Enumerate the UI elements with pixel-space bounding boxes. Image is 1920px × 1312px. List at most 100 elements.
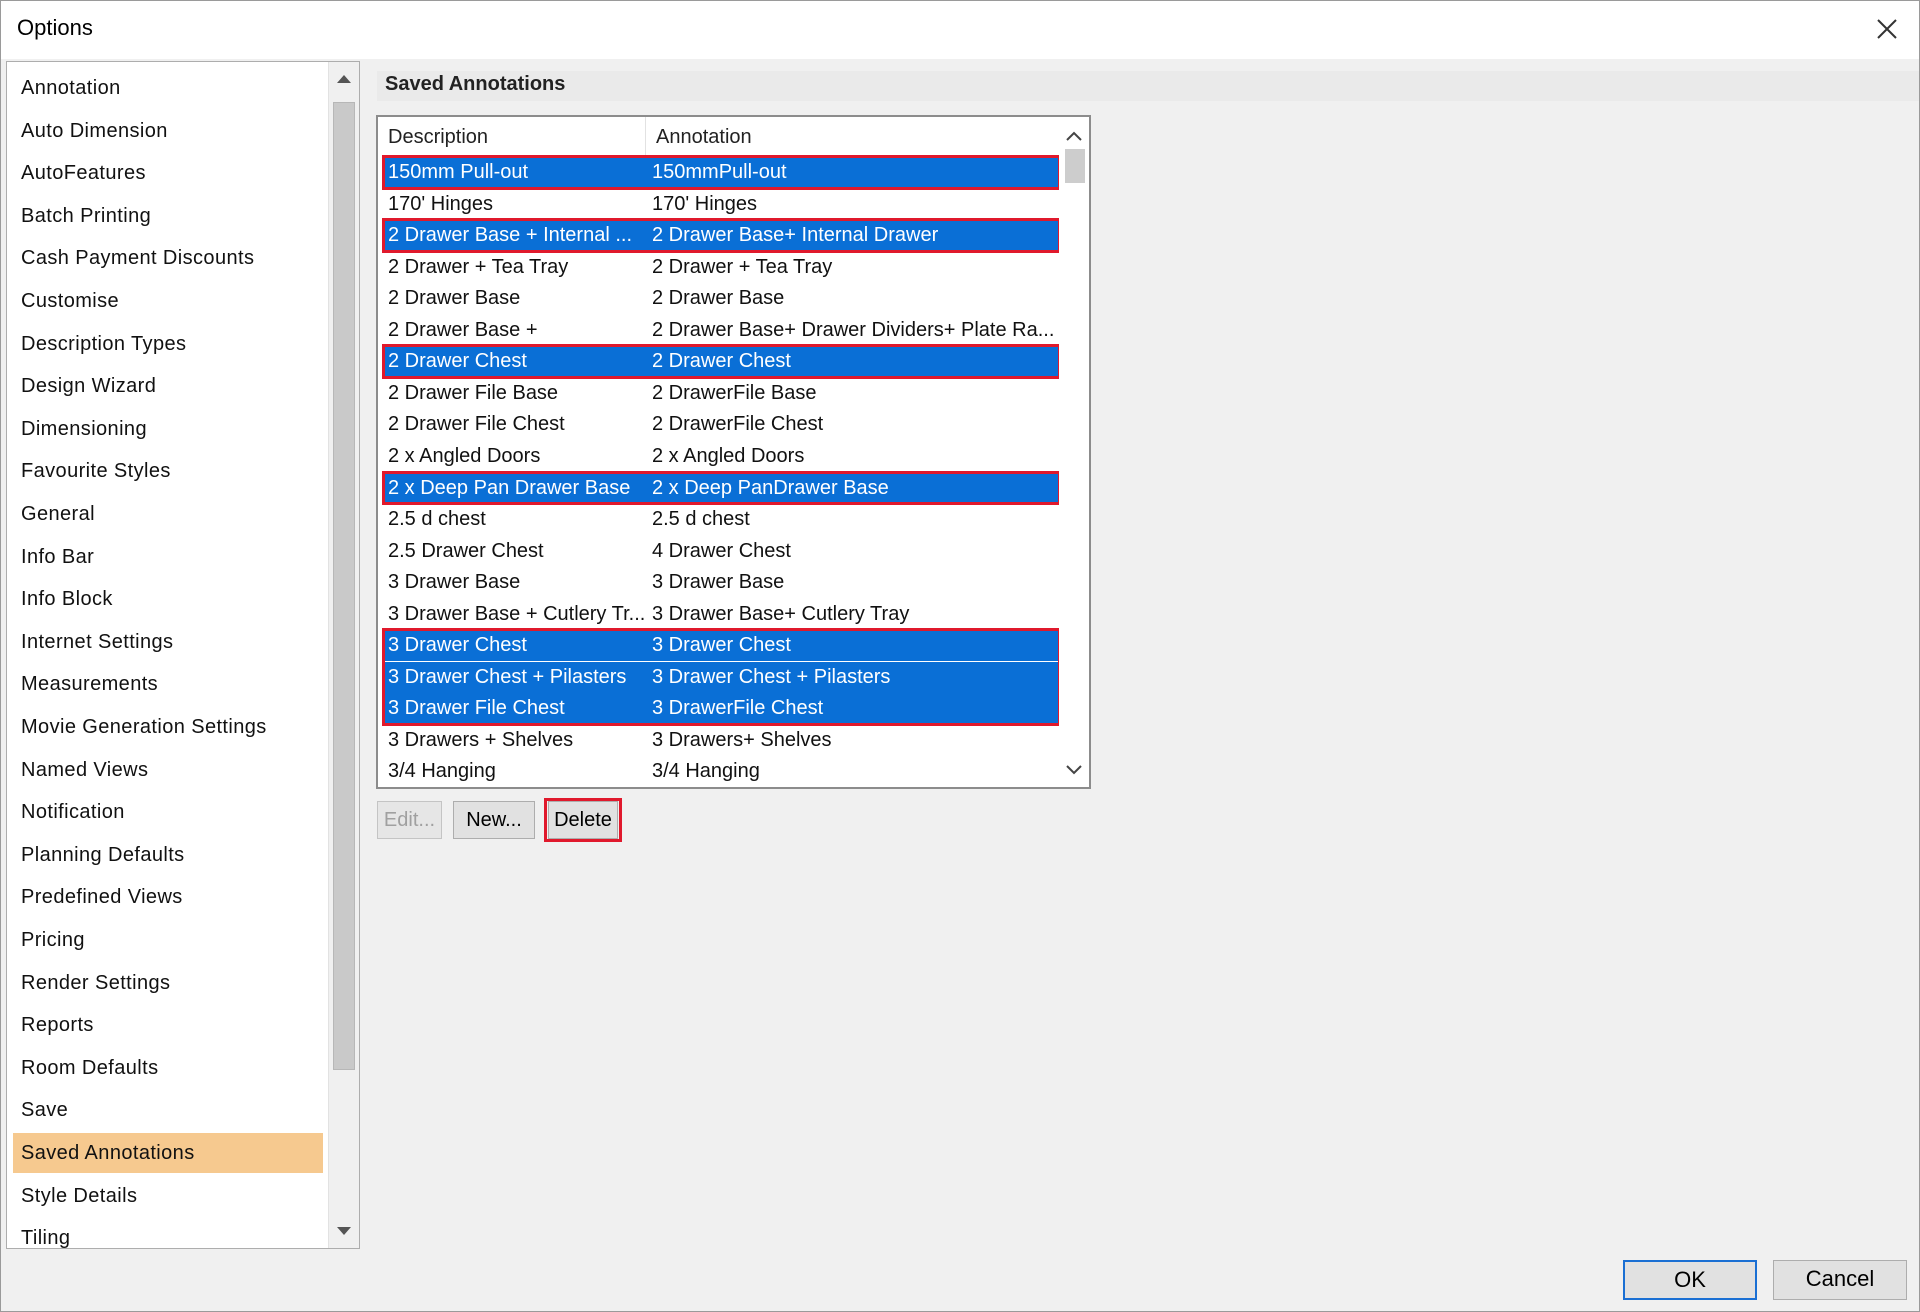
sidebar-item-predefined-views[interactable]: Predefined Views	[13, 877, 323, 917]
sidebar-item-description-types[interactable]: Description Types	[13, 324, 323, 364]
sidebar-item-measurements[interactable]: Measurements	[13, 664, 323, 704]
table-row[interactable]: 2 Drawer Chest 2 Drawer Chest	[382, 346, 1061, 378]
cell-annotation: 3 Drawer Chest + Pilasters	[652, 665, 891, 688]
sidebar-item-auto-dimension[interactable]: Auto Dimension	[13, 111, 323, 151]
close-button[interactable]	[1869, 11, 1905, 47]
sidebar-item-saved-annotations[interactable]: Saved Annotations	[13, 1133, 323, 1173]
column-header-description[interactable]: Description	[378, 117, 646, 157]
table-scrollbar[interactable]	[1059, 117, 1089, 787]
table-scroll-thumb[interactable]	[1065, 149, 1085, 183]
cell-description: 2 Drawer Base + Internal ...	[388, 224, 633, 247]
sidebar-item-pricing[interactable]: Pricing	[13, 920, 323, 960]
table-scroll-up-button[interactable]	[1059, 121, 1089, 151]
sidebar-item-movie-generation-settings[interactable]: Movie Generation Settings	[13, 707, 323, 747]
table-row[interactable]: 3/4 Hanging 3/4 Hanging	[382, 756, 1061, 787]
cell-annotation: 170' Hinges	[652, 192, 757, 215]
cell-description: 3/4 Hanging	[388, 760, 496, 783]
cell-description: 3 Drawers + Shelves	[388, 728, 574, 751]
sidebar-item-room-defaults[interactable]: Room Defaults	[13, 1048, 323, 1088]
table-row[interactable]: 2 x Angled Doors 2 x Angled Doors	[382, 441, 1061, 472]
sidebar-scroll-thumb[interactable]	[333, 102, 355, 1070]
ok-button[interactable]: OK	[1623, 1260, 1757, 1300]
table-scroll-down-button[interactable]	[1059, 755, 1089, 785]
table-row[interactable]: 170' Hinges 170' Hinges	[382, 189, 1061, 220]
sidebar-item-dimensioning[interactable]: Dimensioning	[13, 409, 323, 449]
cell-annotation: 2 x Deep PanDrawer Base	[652, 476, 889, 499]
table-row[interactable]: 2 Drawer Base + 2 Drawer Base+ Drawer Div…	[382, 315, 1061, 346]
sidebar-item-info-block[interactable]: Info Block	[13, 579, 323, 619]
table-row[interactable]: 3 Drawer File Chest 3 DrawerFile Chest	[382, 693, 1061, 725]
table-row[interactable]: 2.5 Drawer Chest 4 Drawer Chest	[382, 536, 1061, 567]
chevron-down-icon	[1066, 765, 1082, 775]
cell-description: 2 Drawer Base +	[388, 318, 538, 341]
sidebar-item-customise[interactable]: Customise	[13, 281, 323, 321]
table-row[interactable]: 2.5 d chest 2.5 d chest	[382, 504, 1061, 535]
cell-annotation: 3 Drawer Base	[652, 571, 785, 594]
delete-button[interactable]: Delete	[548, 801, 618, 839]
scroll-down-button[interactable]	[329, 1216, 359, 1246]
sidebar-item-render-settings[interactable]: Render Settings	[13, 963, 323, 1003]
cell-description: 2 Drawer File Base	[388, 381, 559, 404]
cancel-button[interactable]: Cancel	[1773, 1260, 1907, 1300]
sidebar-item-tiling[interactable]: Tiling	[13, 1218, 323, 1248]
new-button[interactable]: New...	[453, 801, 535, 839]
table-row[interactable]: 2 x Deep Pan Drawer Base 2 x Deep PanDraw…	[382, 472, 1061, 504]
sidebar-item-reports[interactable]: Reports	[13, 1005, 323, 1045]
cell-description: 3 Drawer Base + Cutlery Tr...	[388, 602, 644, 625]
sidebar-item-design-wizard[interactable]: Design Wizard	[13, 366, 323, 406]
cell-description: 2 Drawer Base	[388, 287, 521, 310]
scroll-up-button[interactable]	[329, 64, 359, 94]
cell-description: 170' Hinges	[388, 192, 493, 215]
title-bar: Options	[1, 1, 1919, 59]
sidebar-item-named-views[interactable]: Named Views	[13, 750, 323, 790]
sidebar-item-batch-printing[interactable]: Batch Printing	[13, 196, 323, 236]
table-row[interactable]: 2 Drawer + Tea Tray 2 Drawer + Tea Tray	[382, 252, 1061, 283]
cell-annotation: 2 DrawerFile Chest	[652, 413, 824, 436]
cell-annotation: 3 Drawer Chest	[652, 634, 791, 657]
saved-annotations-table[interactable]: Description Annotation 150mm Pull-out 150…	[376, 115, 1091, 789]
cell-description: 2 Drawer Chest	[388, 350, 527, 373]
close-icon	[1877, 19, 1897, 39]
sidebar-item-cash-payment-discounts[interactable]: Cash Payment Discounts	[13, 238, 323, 278]
cell-description: 3 Drawer Chest	[388, 634, 527, 657]
cell-description: 2 Drawer + Tea Tray	[388, 255, 569, 278]
table-row[interactable]: 2 Drawer Base 2 Drawer Base	[382, 283, 1061, 314]
triangle-up-icon	[337, 75, 351, 83]
table-row[interactable]: 2 Drawer Base + Internal ... 2 Drawer Bas…	[382, 220, 1061, 252]
sidebar-item-info-bar[interactable]: Info Bar	[13, 537, 323, 577]
table-row[interactable]: 2 Drawer File Chest 2 DrawerFile Chest	[382, 409, 1061, 440]
sidebar-item-autofeatures[interactable]: AutoFeatures	[13, 153, 323, 193]
sidebar-item-favourite-styles[interactable]: Favourite Styles	[13, 451, 323, 491]
edit-button[interactable]: Edit...	[377, 801, 442, 839]
table-row[interactable]: 3 Drawer Base + Cutlery Tr... 3 Drawer Ba…	[382, 599, 1061, 630]
table-row[interactable]: 2 Drawer File Base 2 DrawerFile Base	[382, 378, 1061, 409]
column-header-annotation[interactable]: Annotation	[646, 117, 1061, 157]
panel-title: Saved Annotations	[385, 73, 566, 95]
table-row[interactable]: 3 Drawer Chest + Pilasters 3 Drawer Chest…	[382, 661, 1061, 693]
sidebar-item-notification[interactable]: Notification	[13, 792, 323, 832]
chevron-up-icon	[1066, 131, 1082, 141]
sidebar-item-planning-defaults[interactable]: Planning Defaults	[13, 835, 323, 875]
cell-description: 2.5 d chest	[388, 508, 486, 531]
cell-annotation: 3 Drawer Base+ Cutlery Tray	[652, 602, 910, 625]
triangle-down-icon	[337, 1227, 351, 1235]
cell-annotation: 2 x Angled Doors	[652, 444, 805, 467]
cell-annotation: 2 Drawer Base	[652, 287, 785, 310]
cell-description: 2.5 Drawer Chest	[388, 539, 544, 562]
sidebar-item-style-details[interactable]: Style Details	[13, 1176, 323, 1216]
cell-annotation: 3 Drawers+ Shelves	[652, 728, 832, 751]
sidebar-item-save[interactable]: Save	[13, 1090, 323, 1130]
sidebar-item-internet-settings[interactable]: Internet Settings	[13, 622, 323, 662]
sidebar-scrollbar[interactable]	[328, 62, 359, 1248]
cell-description: 3 Drawer File Chest	[388, 697, 565, 720]
table-row[interactable]: 150mm Pull-out 150mmPull-out	[382, 157, 1061, 188]
table-row[interactable]: 3 Drawers + Shelves 3 Drawers+ Shelves	[382, 725, 1061, 756]
options-dialog: Options Annotation Auto Dimension AutoFeat…	[0, 0, 1920, 1312]
options-category-list[interactable]: Annotation Auto Dimension AutoFeatures Batc…	[6, 61, 360, 1249]
sidebar-item-general[interactable]: General	[13, 494, 323, 534]
cell-annotation: 2 Drawer Base+ Drawer Dividers+ Plate Ra…	[652, 318, 1055, 341]
sidebar-item-annotation[interactable]: Annotation	[13, 68, 323, 108]
table-row[interactable]: 3 Drawer Base 3 Drawer Base	[382, 567, 1061, 598]
table-row[interactable]: 3 Drawer Chest 3 Drawer Chest	[382, 630, 1061, 662]
window-title: Options	[17, 15, 93, 40]
